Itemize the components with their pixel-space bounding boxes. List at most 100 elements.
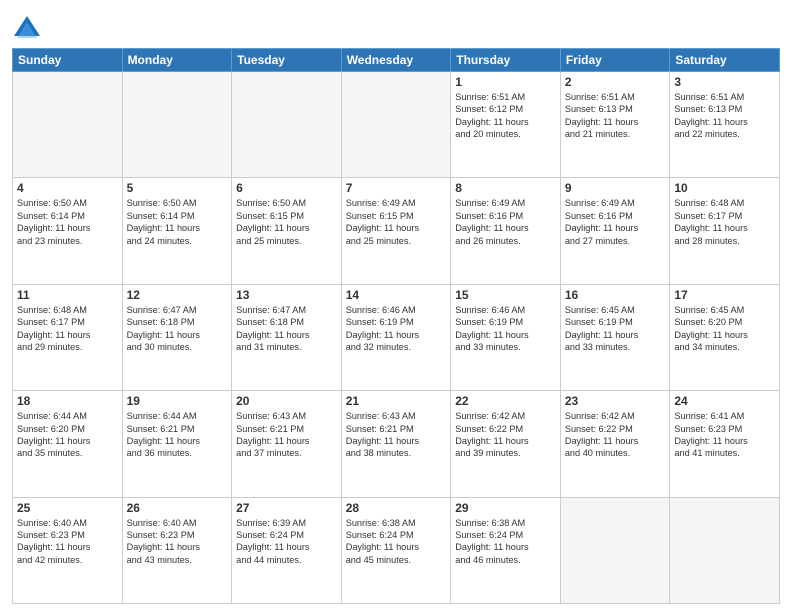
day-info: Sunrise: 6:46 AM Sunset: 6:19 PM Dayligh… (346, 304, 447, 354)
day-number: 18 (17, 394, 118, 408)
day-info: Sunrise: 6:42 AM Sunset: 6:22 PM Dayligh… (455, 410, 556, 460)
day-number: 5 (127, 181, 228, 195)
day-number: 20 (236, 394, 337, 408)
day-number: 21 (346, 394, 447, 408)
day-info: Sunrise: 6:50 AM Sunset: 6:15 PM Dayligh… (236, 197, 337, 247)
day-info: Sunrise: 6:43 AM Sunset: 6:21 PM Dayligh… (346, 410, 447, 460)
day-number: 13 (236, 288, 337, 302)
calendar-cell: 15 Sunrise: 6:46 AM Sunset: 6:19 PM Dayli… (451, 284, 561, 390)
calendar-cell: 24 Sunrise: 6:41 AM Sunset: 6:23 PM Dayli… (670, 391, 780, 497)
day-number: 24 (674, 394, 775, 408)
calendar-cell: 13 Sunrise: 6:47 AM Sunset: 6:18 PM Dayli… (232, 284, 342, 390)
day-number: 11 (17, 288, 118, 302)
day-info: Sunrise: 6:49 AM Sunset: 6:15 PM Dayligh… (346, 197, 447, 247)
calendar-cell: 27 Sunrise: 6:39 AM Sunset: 6:24 PM Dayli… (232, 497, 342, 603)
day-number: 26 (127, 501, 228, 515)
week-row-1: 4 Sunrise: 6:50 AM Sunset: 6:14 PM Daylig… (13, 178, 780, 284)
day-number: 1 (455, 75, 556, 89)
day-info: Sunrise: 6:51 AM Sunset: 6:13 PM Dayligh… (565, 91, 666, 141)
day-info: Sunrise: 6:38 AM Sunset: 6:24 PM Dayligh… (455, 517, 556, 567)
header-day-thursday: Thursday (451, 49, 561, 72)
day-number: 19 (127, 394, 228, 408)
header-day-friday: Friday (560, 49, 670, 72)
day-number: 2 (565, 75, 666, 89)
day-number: 29 (455, 501, 556, 515)
calendar-cell: 2 Sunrise: 6:51 AM Sunset: 6:13 PM Daylig… (560, 72, 670, 178)
day-number: 28 (346, 501, 447, 515)
day-number: 23 (565, 394, 666, 408)
day-number: 14 (346, 288, 447, 302)
calendar-cell: 12 Sunrise: 6:47 AM Sunset: 6:18 PM Dayli… (122, 284, 232, 390)
week-row-0: 1 Sunrise: 6:51 AM Sunset: 6:12 PM Daylig… (13, 72, 780, 178)
calendar-cell: 7 Sunrise: 6:49 AM Sunset: 6:15 PM Daylig… (341, 178, 451, 284)
day-info: Sunrise: 6:49 AM Sunset: 6:16 PM Dayligh… (455, 197, 556, 247)
day-info: Sunrise: 6:46 AM Sunset: 6:19 PM Dayligh… (455, 304, 556, 354)
calendar-table: SundayMondayTuesdayWednesdayThursdayFrid… (12, 48, 780, 604)
day-info: Sunrise: 6:51 AM Sunset: 6:13 PM Dayligh… (674, 91, 775, 141)
calendar-cell: 6 Sunrise: 6:50 AM Sunset: 6:15 PM Daylig… (232, 178, 342, 284)
calendar-cell: 28 Sunrise: 6:38 AM Sunset: 6:24 PM Dayli… (341, 497, 451, 603)
logo-icon (12, 14, 42, 42)
calendar-cell: 4Sunrise: 6:50 AM Sunset: 6:14 PM Daylig… (13, 178, 123, 284)
header-day-wednesday: Wednesday (341, 49, 451, 72)
day-info: Sunrise: 6:43 AM Sunset: 6:21 PM Dayligh… (236, 410, 337, 460)
day-info: Sunrise: 6:39 AM Sunset: 6:24 PM Dayligh… (236, 517, 337, 567)
day-info: Sunrise: 6:49 AM Sunset: 6:16 PM Dayligh… (565, 197, 666, 247)
day-number: 7 (346, 181, 447, 195)
calendar-cell (122, 72, 232, 178)
day-info: Sunrise: 6:47 AM Sunset: 6:18 PM Dayligh… (127, 304, 228, 354)
day-info: Sunrise: 6:51 AM Sunset: 6:12 PM Dayligh… (455, 91, 556, 141)
day-info: Sunrise: 6:45 AM Sunset: 6:19 PM Dayligh… (565, 304, 666, 354)
calendar-cell: 23Sunrise: 6:42 AM Sunset: 6:22 PM Dayli… (560, 391, 670, 497)
calendar-cell: 9 Sunrise: 6:49 AM Sunset: 6:16 PM Daylig… (560, 178, 670, 284)
day-number: 12 (127, 288, 228, 302)
calendar-cell (232, 72, 342, 178)
day-info: Sunrise: 6:41 AM Sunset: 6:23 PM Dayligh… (674, 410, 775, 460)
calendar-cell: 26 Sunrise: 6:40 AM Sunset: 6:23 PM Dayli… (122, 497, 232, 603)
day-number: 10 (674, 181, 775, 195)
header-day-monday: Monday (122, 49, 232, 72)
calendar-cell: 29 Sunrise: 6:38 AM Sunset: 6:24 PM Dayli… (451, 497, 561, 603)
header-day-tuesday: Tuesday (232, 49, 342, 72)
calendar-cell: 25 Sunrise: 6:40 AM Sunset: 6:23 PM Dayli… (13, 497, 123, 603)
day-info: Sunrise: 6:40 AM Sunset: 6:23 PM Dayligh… (127, 517, 228, 567)
day-info: Sunrise: 6:48 AM Sunset: 6:17 PM Dayligh… (674, 197, 775, 247)
day-number: 9 (565, 181, 666, 195)
calendar-cell: 8 Sunrise: 6:49 AM Sunset: 6:16 PM Daylig… (451, 178, 561, 284)
header-day-sunday: Sunday (13, 49, 123, 72)
day-number: 6 (236, 181, 337, 195)
calendar-cell: 11 Sunrise: 6:48 AM Sunset: 6:17 PM Dayli… (13, 284, 123, 390)
calendar-cell: 20 Sunrise: 6:43 AM Sunset: 6:21 PM Dayli… (232, 391, 342, 497)
day-number: 4 (17, 181, 118, 195)
day-number: 25 (17, 501, 118, 515)
day-number: 16 (565, 288, 666, 302)
calendar-cell: 10 Sunrise: 6:48 AM Sunset: 6:17 PM Dayli… (670, 178, 780, 284)
calendar-cell: 18Sunrise: 6:44 AM Sunset: 6:20 PM Dayli… (13, 391, 123, 497)
calendar-cell: 5 Sunrise: 6:50 AM Sunset: 6:14 PM Daylig… (122, 178, 232, 284)
header-row: SundayMondayTuesdayWednesdayThursdayFrid… (13, 49, 780, 72)
day-info: Sunrise: 6:47 AM Sunset: 6:18 PM Dayligh… (236, 304, 337, 354)
calendar-body: 1 Sunrise: 6:51 AM Sunset: 6:12 PM Daylig… (13, 72, 780, 604)
calendar-cell (13, 72, 123, 178)
page-container: SundayMondayTuesdayWednesdayThursdayFrid… (0, 0, 792, 612)
calendar-cell: 1 Sunrise: 6:51 AM Sunset: 6:12 PM Daylig… (451, 72, 561, 178)
calendar-cell: 19Sunrise: 6:44 AM Sunset: 6:21 PM Dayli… (122, 391, 232, 497)
day-info: Sunrise: 6:38 AM Sunset: 6:24 PM Dayligh… (346, 517, 447, 567)
day-info: Sunrise: 6:40 AM Sunset: 6:23 PM Dayligh… (17, 517, 118, 567)
calendar-cell: 14 Sunrise: 6:46 AM Sunset: 6:19 PM Dayli… (341, 284, 451, 390)
week-row-2: 11 Sunrise: 6:48 AM Sunset: 6:17 PM Dayli… (13, 284, 780, 390)
day-number: 15 (455, 288, 556, 302)
day-number: 8 (455, 181, 556, 195)
calendar-cell: 16 Sunrise: 6:45 AM Sunset: 6:19 PM Dayli… (560, 284, 670, 390)
day-number: 27 (236, 501, 337, 515)
calendar-cell (341, 72, 451, 178)
day-info: Sunrise: 6:48 AM Sunset: 6:17 PM Dayligh… (17, 304, 118, 354)
day-number: 17 (674, 288, 775, 302)
header-day-saturday: Saturday (670, 49, 780, 72)
calendar-cell: 22Sunrise: 6:42 AM Sunset: 6:22 PM Dayli… (451, 391, 561, 497)
calendar-cell: 17Sunrise: 6:45 AM Sunset: 6:20 PM Dayli… (670, 284, 780, 390)
calendar-cell (670, 497, 780, 603)
day-info: Sunrise: 6:50 AM Sunset: 6:14 PM Dayligh… (127, 197, 228, 247)
logo (12, 14, 46, 42)
calendar-cell (560, 497, 670, 603)
